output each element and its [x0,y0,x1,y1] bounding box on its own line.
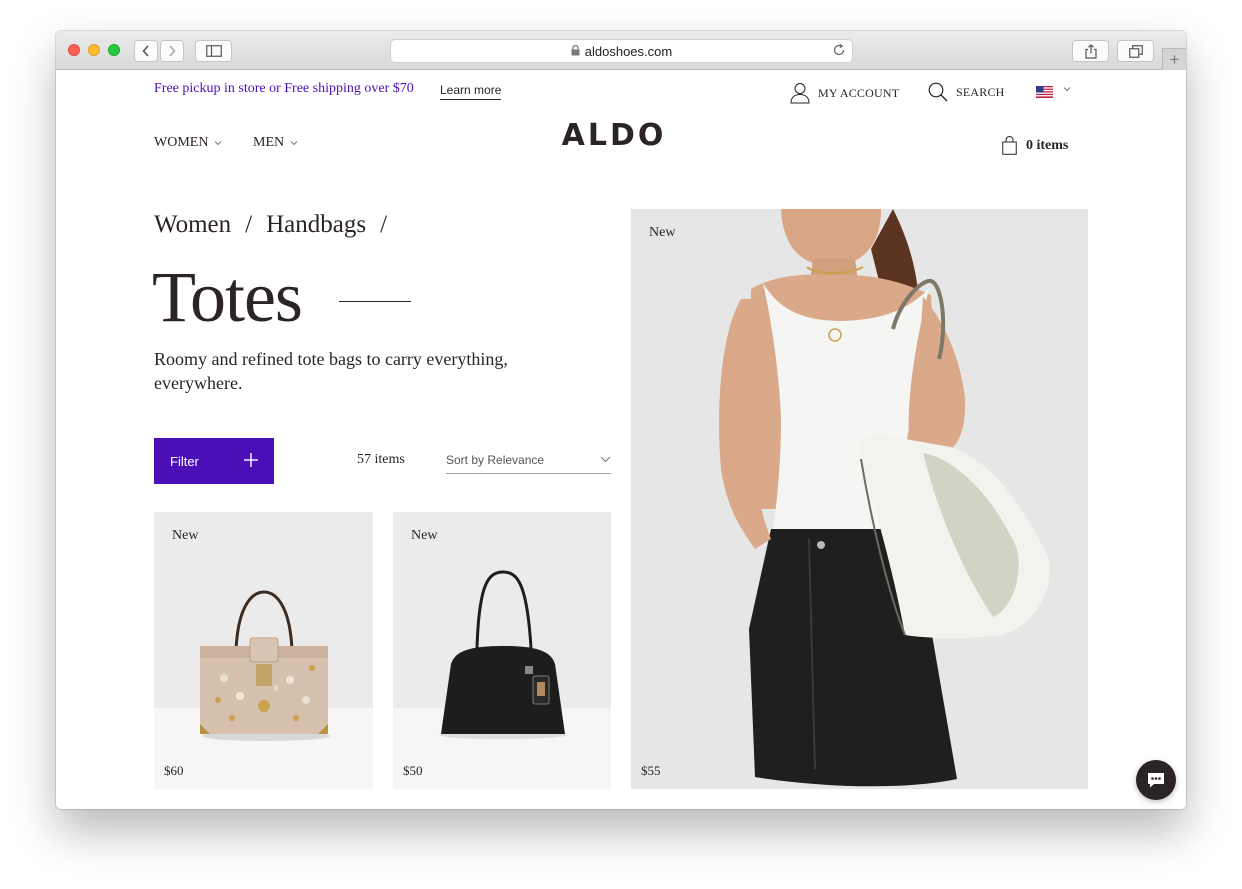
page-title: Totes [152,257,303,337]
sidebar-icon [205,45,222,57]
search-icon [928,82,948,102]
url-text: aldoshoes.com [584,43,673,59]
chevron-down-icon [290,140,298,146]
cart-count: 0 items [1026,137,1069,153]
share-button[interactable] [1072,40,1109,62]
search-link[interactable]: SEARCH [928,82,1005,102]
product-price: $50 [403,763,423,778]
black-tote-bag-image [439,570,567,739]
search-label: SEARCH [956,84,1005,99]
chevron-down-icon[interactable] [1063,86,1071,92]
sort-label: Sort by Relevance [446,452,545,467]
plus-icon [244,453,258,467]
breadcrumb: Women / Handbags / [154,211,401,239]
chevron-left-icon [142,45,149,57]
new-badge: New [411,528,438,543]
model-with-white-tote-image [719,209,1050,787]
breadcrumb-women[interactable]: Women [154,211,231,239]
category-description: Roomy and refined tote bags to carry eve… [154,349,508,393]
new-tab-button[interactable]: + [1162,48,1186,70]
tabs-overview-button[interactable] [1117,40,1154,62]
chat-button[interactable] [1136,760,1176,800]
filter-button[interactable]: Filter [154,438,274,484]
promo-banner[interactable]: Free pickup in store or Free shipping ov… [154,81,414,97]
breadcrumb-handbags[interactable]: Handbags [266,211,366,239]
chevron-down-icon [214,140,222,146]
my-account-label: MY ACCOUNT [818,85,900,100]
reload-icon[interactable] [832,43,846,60]
forward-button[interactable] [160,40,184,62]
nav-women-label: WOMEN [154,135,209,150]
web-page: Free pickup in store or Free shipping ov… [56,70,1186,809]
minimize-window-button[interactable] [88,44,100,56]
us-flag-icon[interactable] [1036,86,1053,98]
title-rule [339,301,411,302]
product-card[interactable]: New $55 [631,209,1088,789]
plus-icon: + [1169,49,1180,69]
sort-dropdown[interactable]: Sort by Relevance [446,446,611,474]
share-icon [1084,43,1097,59]
svg-text:ALDO: ALDO [562,118,667,151]
browser-window: aldoshoes.com + Free pickup in store or … [56,31,1186,809]
sidebar-toggle-button[interactable] [195,40,232,62]
back-button[interactable] [134,40,158,62]
breadcrumb-separator: / [380,211,388,238]
chevron-down-icon [600,456,611,463]
nav-men-label: MEN [253,135,285,150]
address-bar[interactable]: aldoshoes.com [390,39,853,63]
nav-men[interactable]: MEN [253,135,298,151]
my-account-link[interactable]: MY ACCOUNT [790,82,899,104]
tabs-icon [1128,44,1143,58]
close-window-button[interactable] [68,44,80,56]
new-badge: New [172,528,199,543]
nav-women[interactable]: WOMEN [154,135,222,151]
chat-icon [1148,773,1164,788]
zoom-window-button[interactable] [108,44,120,56]
jeweled-box-bag-image [200,590,330,741]
learn-more-link[interactable]: Learn more [440,83,502,100]
product-card[interactable]: New $50 [393,512,611,789]
chevron-right-icon [169,45,176,57]
item-count: 57 items [357,452,405,467]
lock-icon [571,44,580,59]
aldo-logo[interactable]: ALDO [548,117,680,151]
cart-link[interactable]: 0 items [1002,136,1068,155]
breadcrumb-separator: / [245,211,253,238]
browser-toolbar: aldoshoes.com + [56,31,1186,70]
shopping-bag-icon [1002,136,1017,155]
product-price: $60 [164,763,184,778]
product-card[interactable]: New $60 [154,512,373,789]
product-price: $55 [641,763,661,778]
user-icon [790,82,810,104]
filter-label: Filter [170,453,199,469]
